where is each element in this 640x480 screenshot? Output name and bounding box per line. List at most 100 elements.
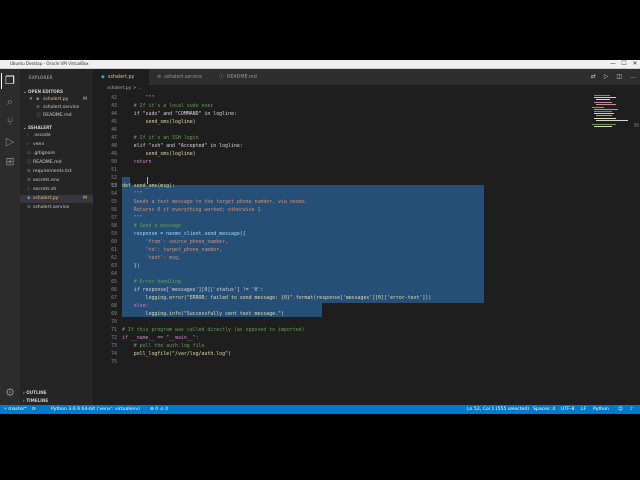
status-bar: ⑂ master* ⟳ Python 3.6.9 64-bit ('venv':… [0,405,640,414]
markdown-file-icon: ⓘ [27,160,32,165]
open-editor-item[interactable]: ⓘ README.md [20,112,93,120]
line-number: 55 [111,199,117,205]
close-icon[interactable]: ✕ [29,96,33,104]
source-control-icon[interactable]: ⑂ [2,114,18,130]
code-line: response = nexmo_client.send_message({ [122,231,246,237]
project-header[interactable]: ⌄ SSHALERT [23,125,52,130]
minimap[interactable] [590,93,632,153]
code-line: return [122,159,152,165]
editor-actions: ⇄ ▷ ◫ … [591,69,636,85]
line-number: 75 [111,359,117,365]
modified-marker: M [83,196,87,201]
tree-file[interactable]: ≡ requirements.txt [20,168,93,176]
markdown-file-icon: ⓘ [219,74,225,80]
line-number: 47 [111,135,117,141]
window-title: Ubuntu Desktop - Oracle VM VirtualBox [10,61,89,66]
chevron-right-icon: › [27,142,29,147]
search-icon[interactable]: ⌕ [2,94,18,110]
tree-folder[interactable]: › venv [20,141,93,149]
code-line: 'text': msg, [122,255,181,261]
line-number: 49 [111,151,117,157]
compare-icon[interactable]: ⇄ [591,73,596,80]
tree-file[interactable]: ≡ secrets.env [20,177,93,185]
tab-sshalert-py[interactable]: ◆ sshalert.py [93,69,149,85]
code-line: # Send a message [122,223,181,229]
timeline-header[interactable]: › TIMELINE [23,398,48,403]
branch-indicator[interactable]: ⑂ master* [4,405,27,414]
open-editor-item[interactable]: ✕ ◆ sshalert.py M [20,96,93,104]
problems-indicator[interactable]: ⊗ 0 ⚠ 0 [150,405,168,414]
more-actions-icon[interactable]: … [630,73,636,80]
bell-icon[interactable]: ♪ [630,405,633,414]
line-number: 45 [111,119,117,125]
code-line: # If it's a local sudo exec [122,103,214,109]
gitignore-file-icon: ◇ [27,151,31,156]
line-number: 73 [111,343,117,349]
line-number: 59 [111,231,117,237]
maximize-button[interactable]: ☐ [619,60,629,68]
line-number: 70 [111,319,117,325]
editor-tab-bar: ◆ sshalert.py ≡ sshalert.service ⓘ README.m… [93,69,640,85]
code-line: poll_logfile("/var/log/auth.log") [122,351,231,357]
tab-readme-md[interactable]: ⓘ README.md [211,69,261,85]
sync-icon[interactable]: ⟳ [32,405,36,414]
close-window-button[interactable]: ✕ [630,60,640,68]
line-number: 60 [111,239,117,245]
minimize-button[interactable]: — [608,60,618,68]
language-mode[interactable]: Python [593,405,609,414]
python-interpreter[interactable]: Python 3.6.9 64-bit ('venv': virtualenv) [51,405,140,414]
feedback-icon[interactable]: ☺ [618,405,623,414]
tree-file[interactable]: ≡ sshalert.service [20,204,93,212]
python-file-icon: ◆ [27,196,31,201]
extensions-icon[interactable]: ⊞ [2,154,18,170]
line-number: 52 [111,175,117,181]
cursor-position[interactable]: Ln 52, Col 1 (555 selected) [467,405,529,414]
breadcrumb: sshalert.py > ... [93,85,640,93]
split-editor-icon[interactable]: ◫ [616,73,622,80]
code-editor[interactable]: 42 """ 43 # If it's a local sudo exec 44… [93,93,640,405]
code-line: else: [122,303,149,309]
code-line: 'from': source_phone_number, [122,239,228,245]
tree-folder[interactable]: › .vscode [20,132,93,140]
tree-file[interactable]: ◇ .gitignore [20,150,93,158]
open-editor-item[interactable]: ≡ sshalert.service [20,104,93,112]
activity-bar: ❐ ⌕ ⑂ ▷ ⊞ ⚙ [0,69,20,405]
code-line: logging.error("ERROR: failed to send mes… [122,295,432,301]
line-number: 68 [111,303,117,309]
tree-file[interactable]: $ secrets.sh [20,186,93,194]
code-line: """ [122,191,143,197]
text-file-icon: ≡ [27,169,31,174]
file-icon: ≡ [36,105,40,110]
settings-gear-icon[interactable]: ⚙ [2,385,18,401]
line-number: 64 [111,271,117,277]
outline-header[interactable]: › OUTLINE [23,390,47,395]
line-number: 51 [111,167,117,173]
line-number: 43 [111,103,117,109]
shell-file-icon: $ [27,187,30,192]
env-file-icon: ≡ [27,178,31,183]
breadcrumb-path[interactable]: sshalert.py > ... [107,85,142,93]
line-number: 53 [111,183,117,189]
tab-sshalert-service[interactable]: ≡ sshalert.service [149,69,211,85]
line-number: 65 [111,279,117,285]
markdown-file-icon: ⓘ [36,113,41,118]
scrollbar-thumb[interactable] [634,123,639,127]
run-icon[interactable]: ▷ [604,73,609,80]
code-line: Sends a text message to the target phone… [122,199,308,205]
tree-file[interactable]: ⓘ README.md [20,159,93,167]
indentation[interactable]: Spaces: 4 [533,405,555,414]
tree-file-selected[interactable]: ◆ sshalert.py M [20,195,93,203]
encoding[interactable]: UTF-8 [561,405,574,414]
line-number: 46 [111,127,117,133]
files-icon[interactable]: ❐ [1,73,18,89]
vertical-scrollbar[interactable] [633,93,640,405]
eol[interactable]: LF [581,405,586,414]
line-number: 67 [111,295,117,301]
run-debug-icon[interactable]: ▷ [2,134,18,150]
sidebar-title: EXPLORER [29,75,53,80]
code-line: # If it's an SSH login [122,135,199,141]
code-line: # poll the auth.log file [122,343,205,349]
open-editors-header[interactable]: ⌄ OPEN EDITORS [23,89,63,94]
line-number: 72 [111,335,117,341]
code-line: 'to': target_phone_number, [122,247,223,253]
